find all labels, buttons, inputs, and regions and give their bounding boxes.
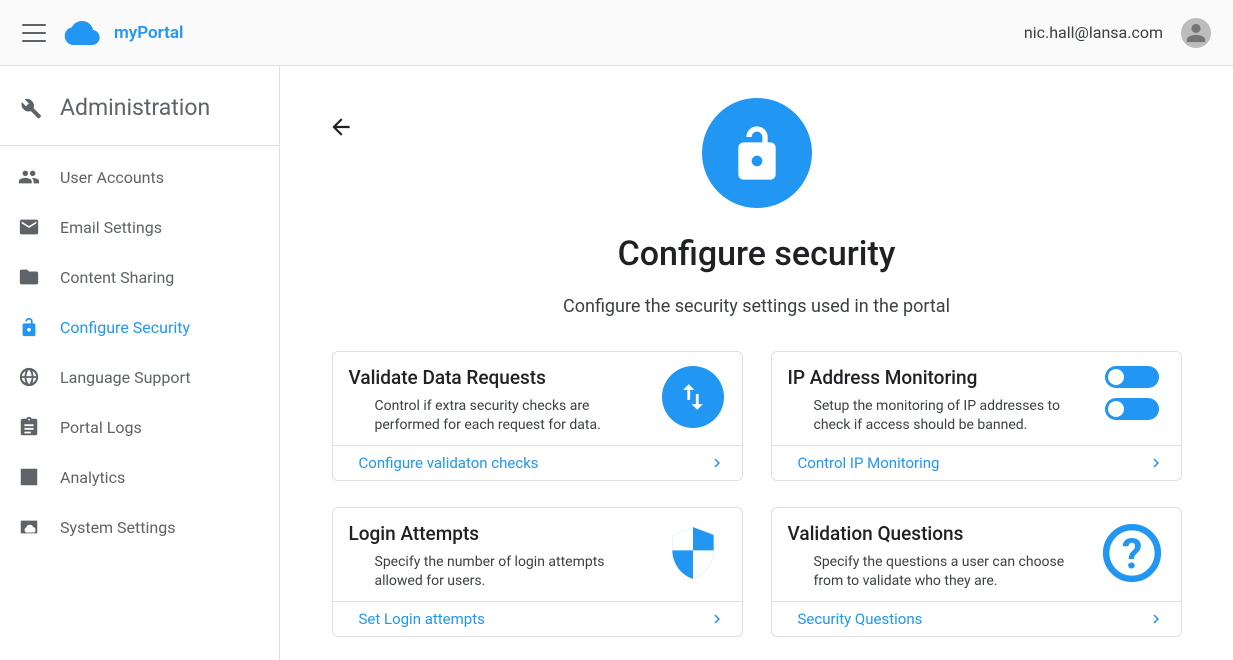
card-action-link[interactable]: Security Questions [772,601,1181,636]
sidebar-item-content-sharing[interactable]: Content Sharing [0,252,279,302]
back-button[interactable] [328,114,354,140]
page-title: Configure security [618,234,896,274]
card-title: IP Address Monitoring [788,366,1083,389]
card-action-label: Security Questions [788,610,923,628]
sidebar-item-user-accounts[interactable]: User Accounts [0,152,279,202]
sidebar-item-analytics[interactable]: Analytics [0,452,279,502]
menu-toggle[interactable] [22,24,46,42]
arrow-back-icon [328,114,354,140]
globe-icon [18,366,40,388]
sidebar-item-label: Language Support [60,368,191,387]
sidebar-item-label: Analytics [60,468,125,487]
brand-name: myPortal [114,23,183,43]
hero-lock-icon [702,98,812,208]
card-action-label: Set Login attempts [349,610,485,628]
brand-home-link[interactable]: myPortal [64,21,183,45]
sidebar-item-email-settings[interactable]: Email Settings [0,202,279,252]
sidebar-item-label: System Settings [60,518,175,537]
chart-icon [18,466,40,488]
card-title: Validation Questions [788,522,1083,545]
sidebar-item-configure-security[interactable]: Configure Security [0,302,279,352]
sidebar: Administration User Accounts Email Settin… [0,66,280,660]
card-description: Specify the questions a user can choose … [788,553,1083,591]
sidebar-item-label: Portal Logs [60,418,142,437]
sidebar-item-label: User Accounts [60,168,164,187]
card-action-label: Control IP Monitoring [788,454,940,472]
page-subtitle: Configure the security settings used in … [563,296,950,317]
wrench-icon [18,96,42,120]
sidebar-item-language-support[interactable]: Language Support [0,352,279,402]
page-hero: Configure security Configure the securit… [316,98,1197,317]
chevron-right-icon [1147,610,1165,628]
card-action-label: Configure validaton checks [349,454,539,472]
cloud-icon [64,21,100,45]
folder-icon [18,266,40,288]
chevron-right-icon [708,610,726,628]
sidebar-title: Administration [60,94,210,121]
sidebar-item-label: Configure Security [60,318,190,337]
card-validate-data-requests: Validate Data Requests Control if extra s… [332,351,743,481]
sidebar-nav: User Accounts Email Settings Content Shari… [0,152,279,552]
card-action-link[interactable]: Set Login attempts [333,601,742,636]
card-validation-questions: Validation Questions Specify the question… [771,507,1182,637]
lock-icon [18,316,40,338]
card-title: Validate Data Requests [349,366,644,389]
card-description: Specify the number of login attempts all… [349,553,644,591]
sidebar-item-label: Content Sharing [60,268,174,287]
main-content: Configure security Configure the securit… [280,66,1233,660]
person-icon [1185,22,1207,44]
sidebar-title-row: Administration [0,84,279,145]
cloud-box-icon [18,516,40,538]
card-action-link[interactable]: Configure validaton checks [333,445,742,480]
toggles-icon [1099,366,1165,435]
sidebar-item-system-settings[interactable]: System Settings [0,502,279,552]
question-icon: ? [1099,522,1165,591]
chevron-right-icon [1147,454,1165,472]
clipboard-icon [18,416,40,438]
account-menu[interactable] [1181,18,1211,48]
card-title: Login Attempts [349,522,644,545]
swap-icon [660,366,726,435]
cards-grid: Validate Data Requests Control if extra s… [332,351,1182,637]
card-description: Setup the monitoring of IP addresses to … [788,397,1083,435]
sidebar-item-portal-logs[interactable]: Portal Logs [0,402,279,452]
topbar: myPortal nic.hall@lansa.com [0,0,1233,66]
card-ip-address-monitoring: IP Address Monitoring Setup the monitorin… [771,351,1182,481]
shield-icon [660,522,726,591]
card-description: Control if extra security checks are per… [349,397,644,435]
mail-icon [18,216,40,238]
svg-text:?: ? [1121,531,1142,579]
sidebar-item-label: Email Settings [60,218,162,237]
card-login-attempts: Login Attempts Specify the number of logi… [332,507,743,637]
divider [0,145,279,146]
chevron-right-icon [708,454,726,472]
card-action-link[interactable]: Control IP Monitoring [772,445,1181,480]
users-icon [18,166,40,188]
current-user-email: nic.hall@lansa.com [1024,23,1163,42]
